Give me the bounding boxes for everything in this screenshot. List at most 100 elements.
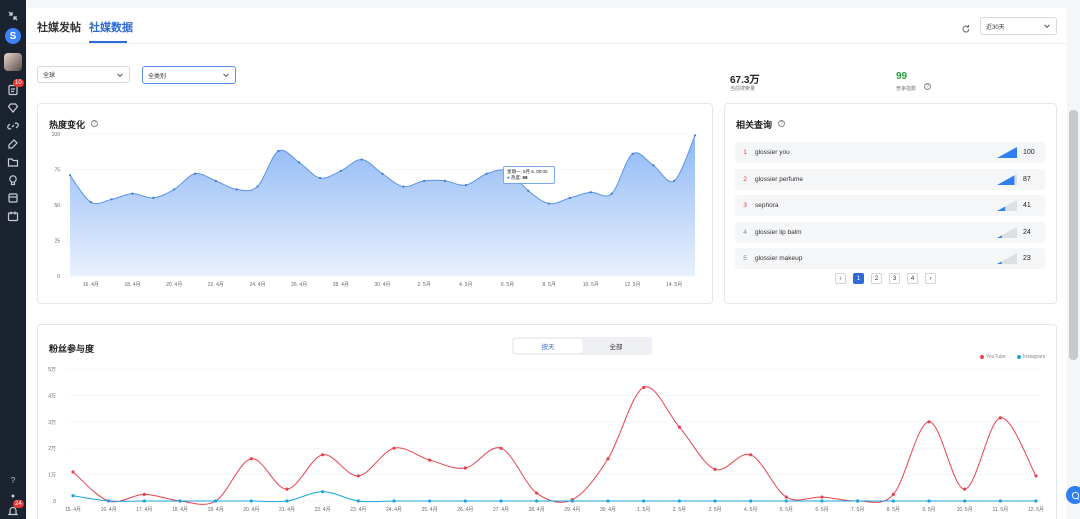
notification-badge: 10 (13, 79, 24, 87)
data-point (339, 169, 342, 173)
data-point (249, 457, 253, 461)
tab-social-posting[interactable]: 社媒发帖 (37, 19, 81, 35)
help-icon[interactable]: ? (924, 83, 931, 90)
data-point (485, 172, 488, 175)
bar-fill (997, 206, 1006, 211)
query-score: 41 (1023, 202, 1031, 209)
page-1-button[interactable]: 1 (853, 273, 864, 284)
data-point (677, 499, 681, 503)
search-volume-value: 67.3万 (730, 75, 760, 86)
x-tick-label: 11. 5月 (992, 507, 1008, 513)
data-point (527, 189, 530, 192)
x-tick-label: 23. 4月 (350, 507, 366, 513)
x-tick-label: 6. 5月 (501, 282, 514, 288)
chevron-down-icon (117, 70, 123, 77)
data-point (606, 499, 610, 503)
chat-fab-button[interactable] (1066, 486, 1080, 504)
active-tab-indicator (89, 41, 127, 43)
data-point (285, 499, 289, 503)
query-keyword: sephora (755, 202, 779, 209)
x-tick-label: 12. 5月 (1028, 507, 1044, 513)
y-tick-label: 50 (54, 203, 60, 209)
data-point (963, 499, 967, 503)
calendar-icon[interactable] (5, 208, 21, 224)
chevron-down-icon (223, 71, 229, 78)
collapse-icon[interactable] (5, 8, 21, 24)
tab-bar: 社媒发帖 社媒数据 近30天 (27, 8, 1067, 44)
y-tick-label: 5万 (48, 367, 56, 373)
region-select[interactable]: 全球 (37, 66, 130, 83)
data-point (173, 188, 176, 191)
data-point (589, 191, 592, 194)
data-point (193, 172, 197, 175)
query-row[interactable]: 4 glossier lip balm 24 (735, 221, 1045, 243)
x-tick-label: 10. 5月 (583, 282, 599, 288)
data-point (642, 499, 646, 503)
x-tick-label: 19. 4月 (208, 507, 224, 513)
data-point (256, 185, 259, 188)
query-row[interactable]: 5 glossier makeup 23 (735, 248, 1045, 269)
diamond-icon[interactable] (5, 100, 21, 116)
box-icon[interactable] (5, 190, 21, 206)
x-tick-label: 8. 5月 (887, 507, 900, 513)
y-tick-label: 2万 (48, 446, 56, 452)
x-tick-label: 4. 5月 (459, 282, 472, 288)
tooltip-series: 热度 (510, 175, 520, 180)
avatar[interactable] (4, 53, 22, 71)
score-bar-icon (997, 253, 1017, 264)
edit-icon[interactable] (5, 136, 21, 152)
data-point (713, 467, 717, 471)
page-scrollbar[interactable] (1069, 110, 1078, 360)
date-range-select[interactable]: 近30天 (980, 17, 1057, 35)
bulb-icon[interactable] (5, 172, 21, 188)
data-point (631, 152, 634, 155)
data-point (535, 499, 539, 503)
query-row[interactable]: 3 sephora 41 (735, 195, 1045, 216)
query-row[interactable]: 1 glossier you 100 (735, 142, 1045, 163)
query-rank: 5 (743, 255, 747, 262)
data-point (321, 490, 325, 494)
prev-page-button[interactable]: ‹ (835, 273, 846, 284)
x-tick-label: 20. 4月 (166, 282, 182, 288)
page-3-button[interactable]: 3 (889, 273, 900, 284)
bar-fill (997, 261, 1002, 264)
next-page-button[interactable]: › (925, 273, 936, 284)
help-icon[interactable]: ? (778, 120, 785, 127)
data-point (356, 474, 360, 478)
tab-social-data[interactable]: 社媒数据 (89, 19, 133, 35)
category-select[interactable]: 全类别 (142, 66, 236, 84)
help-icon[interactable]: ? (5, 472, 21, 488)
link-icon[interactable] (5, 118, 21, 134)
data-point (677, 425, 681, 429)
folder-icon[interactable] (5, 154, 21, 170)
x-tick-label: 10. 5月 (957, 507, 973, 513)
page-4-button[interactable]: 4 (907, 273, 918, 284)
score-bar-icon (997, 173, 1017, 185)
query-row[interactable]: 2 glossier perfume 87 (735, 168, 1045, 190)
x-tick-label: 24. 4月 (249, 282, 265, 288)
main-panel: 社媒发帖 社媒数据 近30天 全球 全类别 67.3万 当前搜索量 99 竞争指… (27, 8, 1080, 519)
data-point (392, 499, 396, 503)
x-tick-label: 15. 4月 (65, 507, 81, 513)
data-point (71, 494, 75, 498)
data-point (214, 179, 217, 182)
app-logo[interactable]: S (5, 28, 21, 44)
query-rank: 3 (743, 202, 747, 209)
competition-label: 竞争指数 (896, 86, 917, 92)
y-tick-label: 3万 (48, 420, 56, 426)
data-point (107, 499, 111, 503)
page-2-button[interactable]: 2 (871, 273, 882, 284)
query-keyword: glossier makeup (755, 255, 803, 262)
y-tick-label: 1万 (48, 473, 56, 479)
y-tick-label: 25 (54, 239, 60, 245)
youtube-line (72, 386, 1037, 505)
heat-area (70, 135, 695, 276)
x-tick-label: 22. 4月 (315, 507, 331, 513)
query-rank: 2 (743, 175, 747, 183)
x-tick-label: 16. 4月 (101, 507, 117, 513)
x-tick-label: 28. 4月 (333, 282, 349, 288)
data-point (673, 179, 676, 182)
query-keyword: glossier perfume (755, 175, 804, 183)
refresh-icon[interactable] (961, 21, 971, 33)
query-keyword: glossier lip balm (755, 228, 802, 236)
